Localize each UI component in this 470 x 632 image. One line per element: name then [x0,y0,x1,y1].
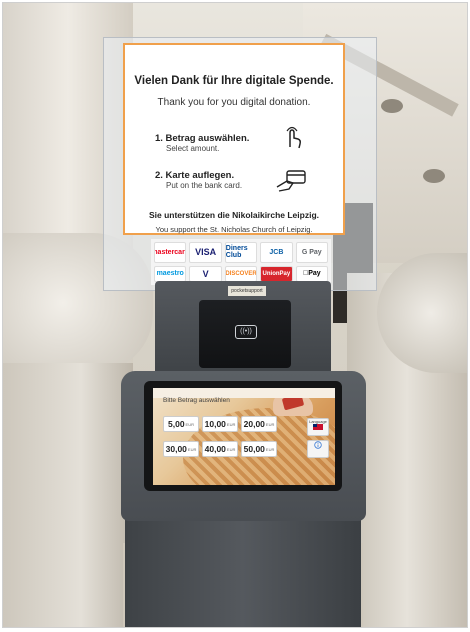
contactless-icon: ((•)) [235,325,257,339]
amount-button-50[interactable]: 50,00 EUR [241,441,277,457]
sign-support-de: Sie unterstützen die Nikolaikirche Leipz… [148,210,320,220]
amount-value: 50,00 [243,444,265,454]
amount-value: 30,00 [165,444,187,454]
step-label-en: Put on the bank card. [166,181,243,190]
payment-logos: mastercard VISA Diners Club JCB G Pay ma… [151,239,331,285]
amount-value: 5,00 [168,419,185,429]
kiosk-pedestal [125,513,361,627]
screw-icon [423,169,445,183]
sign-step-1: 1. Betrag auswählen. Select amount. [155,133,249,153]
amount-value: 10,00 [204,419,226,429]
amount-value: 20,00 [243,419,265,429]
sign-support-en: You support the St. Nicholas Church of L… [155,225,313,234]
amount-button-30[interactable]: 30,00 EUR [163,441,199,457]
apple-pay-logo: Pay [295,265,328,282]
currency-label: EUR [226,421,236,427]
screw-icon [381,99,403,113]
visa-logo: VISA [189,242,222,263]
flag-icon [313,424,323,430]
sign-title-de: Vielen Dank für Ihre digitale Spende. [134,75,334,87]
screen-title: Bitte Betrag auswählen [163,397,230,404]
diners-club-logo: Diners Club [224,242,258,263]
mastercard-logo: mastercard [154,242,187,263]
discover-logo: DISCOVER [224,265,258,282]
v-pay-logo: V [189,265,222,282]
step-label-de: Betrag auswählen. [165,133,250,144]
info-button[interactable] [307,440,329,458]
amount-button-10[interactable]: 10,00 EUR [202,416,238,432]
sign-title-en: Thank you for you digital donation. [157,97,311,108]
sign-step-2: 2. Karte auflegen. Put on the bank card. [155,170,242,190]
photo: Vielen Dank für Ihre digitale Spende. Th… [2,2,468,628]
unionpay-logo: UnionPay [260,265,293,282]
currency-label: EUR [187,446,197,452]
finger-tap-icon [286,126,301,149]
step-label-en: Select amount. [166,144,220,153]
touch-screen[interactable]: Bitte Betrag auswählen 5,00 EUR 10,00 EUR … [153,388,335,485]
maestro-logo: maestro [154,265,187,282]
currency-label: EUR [185,421,194,427]
amount-button-5[interactable]: 5,00 EUR [163,416,199,432]
apple-pay-label: Pay [305,270,320,278]
step-number: 2. [155,170,163,181]
step-number: 1. [155,133,163,144]
currency-label: EUR [265,446,275,452]
step-label-de: Karte auflegen. [165,170,235,181]
amount-button-20[interactable]: 20,00 EUR [241,416,277,432]
donation-sign: Vielen Dank für Ihre digitale Spende. Th… [123,43,345,235]
left-column-base [3,363,133,627]
currency-label: EUR [226,446,236,452]
amount-value: 40,00 [204,444,226,454]
info-icon [314,441,322,449]
jcb-logo: JCB [260,242,293,263]
card-tap-icon [276,170,306,192]
label-strip: pocketsupport [228,286,266,296]
amount-button-40[interactable]: 40,00 EUR [202,441,238,457]
language-button[interactable]: Language [307,418,329,436]
google-pay-logo: G Pay [295,242,328,263]
currency-label: EUR [265,421,275,427]
